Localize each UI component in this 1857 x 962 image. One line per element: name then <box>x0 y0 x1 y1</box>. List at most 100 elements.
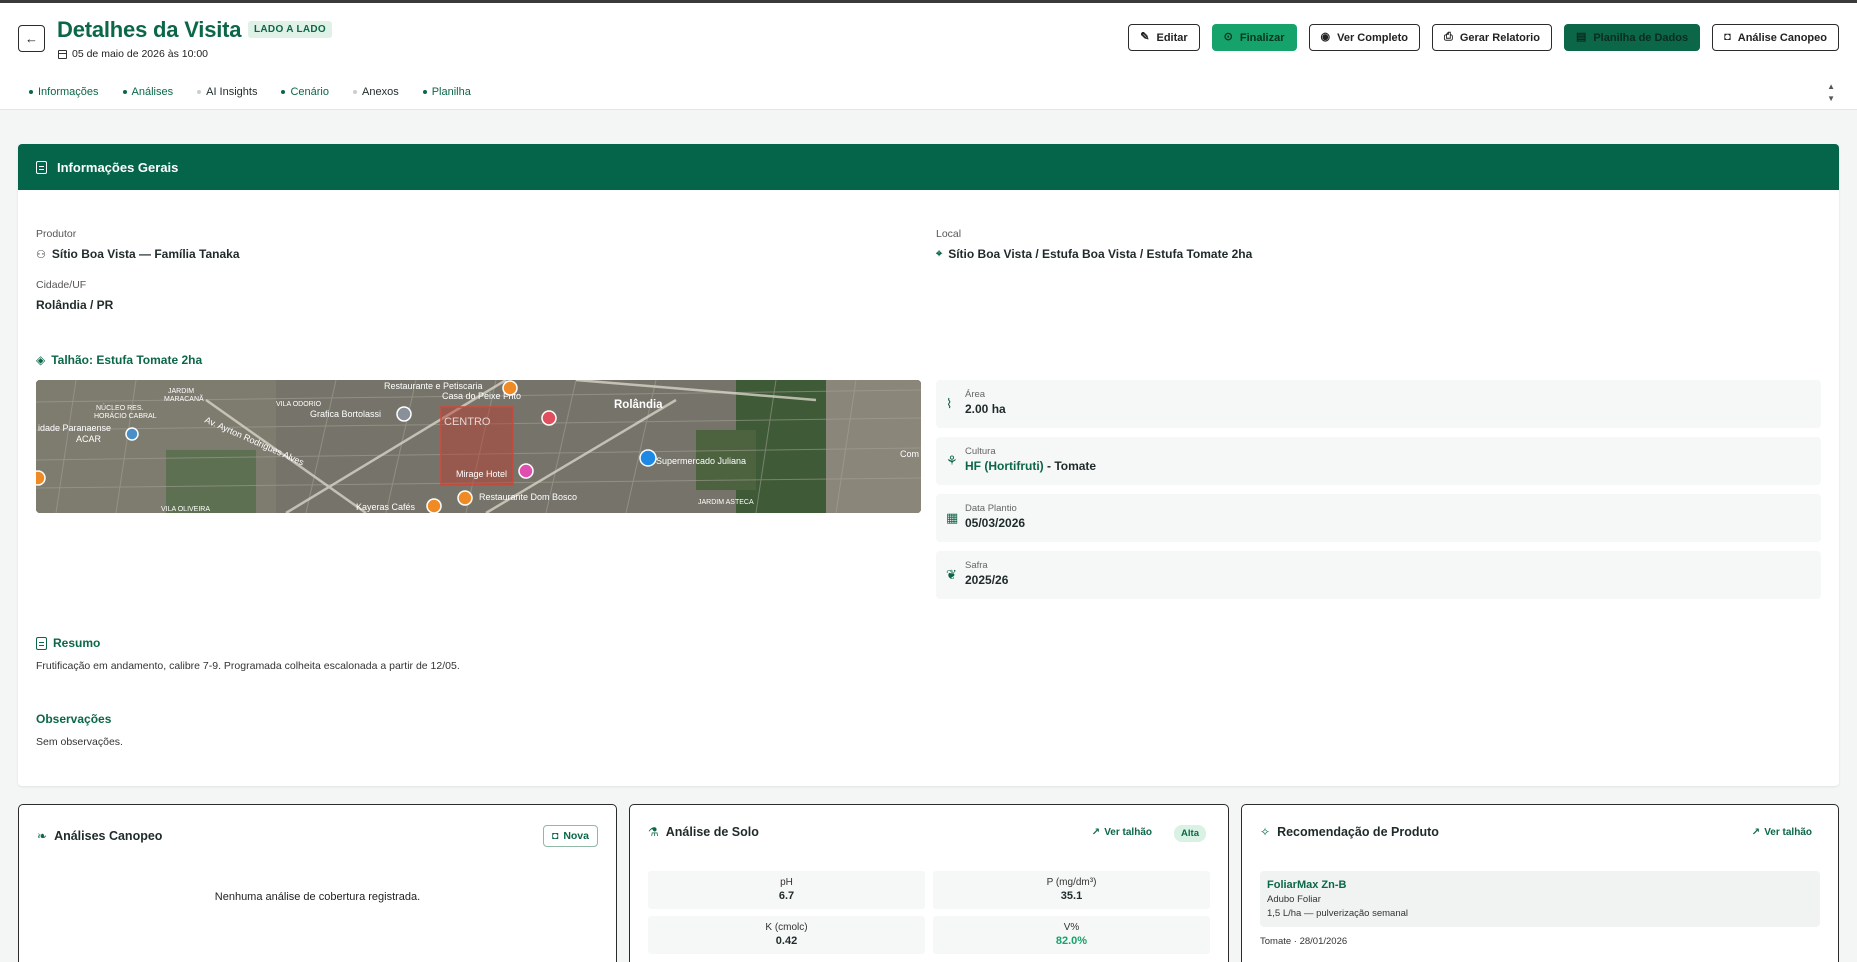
general-info-header: Informações Gerais <box>18 144 1839 190</box>
stat-planting-date: ▦ Data Plantio 05/03/2026 <box>936 494 1821 542</box>
producer-label: Produtor <box>36 228 77 240</box>
soil-metric-k: K (cmolc) 0.42 <box>648 916 925 954</box>
user-icon: ⚇ <box>36 248 46 261</box>
header-actions: ✎ Editar ⊙ Finalizar ◉ Ver Completo ⎙ Gerar … <box>1128 24 1839 51</box>
tab-anexos[interactable]: Anexos <box>353 86 399 98</box>
soil-level-badge: Alta <box>1174 825 1206 842</box>
soil-view-plot-link[interactable]: ↗ Ver talhão <box>1092 827 1152 838</box>
canopeo-card: ❧ Análises Canopeo ◘ Nova Nenhuma anális… <box>18 804 617 962</box>
camera-icon: ◘ <box>1724 31 1731 43</box>
tab-cenario[interactable]: Cenário <box>281 86 329 98</box>
document-icon <box>36 636 47 650</box>
tab-informacoes[interactable]: Informações <box>29 86 99 98</box>
ruler-icon: ⌇ <box>946 396 953 411</box>
dot-icon <box>122 90 127 94</box>
recommendation-title: ✧ Recomendação de Produto <box>1260 825 1439 839</box>
dot-icon <box>353 90 357 94</box>
city-value: Rolândia / PR <box>36 298 114 312</box>
map-pin-icon: ⌖ <box>936 247 943 260</box>
dot-icon <box>422 90 427 94</box>
finalize-button[interactable]: ⊙ Finalizar <box>1211 24 1297 51</box>
product-type: Adubo Foliar <box>1267 894 1321 905</box>
map-label-horacio: HORÁCIO CABRAL <box>94 411 157 420</box>
back-button[interactable]: ← <box>18 25 45 52</box>
observations-title: Observações <box>36 712 112 726</box>
printer-icon: ⎙ <box>1444 31 1453 43</box>
canopeo-empty-message: Nenhuma análise de cobertura registrada. <box>214 891 421 903</box>
pencil-icon: ✎ <box>1140 31 1150 43</box>
recommended-product[interactable]: FoliarMax Zn-B Adubo Foliar 1,5 L/ha — p… <box>1260 871 1820 927</box>
dot-icon <box>29 90 33 94</box>
tab-analises[interactable]: Análises <box>122 86 173 98</box>
eye-icon: ◉ <box>1320 31 1331 43</box>
soil-metric-ph: pH 6.7 <box>648 871 925 909</box>
data-sheet-button[interactable]: ▤ Planilha de Dados <box>1563 24 1701 51</box>
new-canopeo-button[interactable]: ◘ Nova <box>542 825 598 847</box>
tabs-scroller[interactable]: ▲ ▼ <box>1827 81 1835 105</box>
leaf-icon: ❧ <box>37 829 48 843</box>
map-pin-grafica[interactable] <box>396 406 412 422</box>
map-label-vila-oliveira: VILA OLIVEIRA <box>161 506 210 513</box>
flask-icon: ⚗ <box>648 825 659 839</box>
soil-metric-v: V% 82.0% <box>933 916 1210 954</box>
city-label: Cidade/UF <box>36 279 87 291</box>
plot-map[interactable]: CENTRO Rolândia Restaurante e Petiscaria… <box>36 380 921 513</box>
map-label-rest-dom: Restaurante Dom Bosco <box>479 492 577 502</box>
dot-icon <box>281 90 286 94</box>
recommendation-footer: Tomate · 28/01/2026 <box>1260 936 1348 947</box>
camera-icon: ◘ <box>551 830 559 842</box>
canopeo-analysis-button[interactable]: ◘ Análise Canopeo <box>1712 24 1839 51</box>
summary-text: Frutificação em andamento, calibre 7-9. … <box>36 660 460 672</box>
map-pin-edge[interactable] <box>36 470 46 486</box>
calendar-icon <box>58 49 67 59</box>
soil-metric-p: P (mg/dm³) 35.1 <box>933 871 1210 909</box>
tab-planilha[interactable]: Planilha <box>422 86 471 98</box>
map-label-acar: ACAR <box>76 434 102 444</box>
visit-datetime: 05 de maio de 2026 às 10:00 <box>58 48 208 60</box>
observations-text: Sem observações. <box>36 736 123 748</box>
map-label-centro: CENTRO <box>444 416 491 428</box>
mode-badge: LADO A LADO <box>248 21 332 38</box>
map-label-maracana: MARACANÃ <box>164 394 204 403</box>
map-label-mirage: Mirage Hotel <box>456 469 507 479</box>
sprout-icon: ⚘ <box>946 453 958 468</box>
map-pin-restaurante[interactable] <box>502 380 518 396</box>
product-recommendation-card: ✧ Recomendação de Produto ↗ Ver talhão F… <box>1241 804 1839 962</box>
map-label-jardim-asteca: JARDIM ASTECA <box>698 499 754 506</box>
culture-category: HF (Hortifruti) <box>965 459 1044 473</box>
scroll-down-icon[interactable]: ▼ <box>1827 93 1835 105</box>
calendar-icon: ▦ <box>946 510 959 525</box>
location-value: ⌖ Sítio Boa Vista / Estufa Boa Vista / E… <box>936 247 1253 261</box>
arrow-left-icon: ← <box>25 31 38 46</box>
view-full-button[interactable]: ◉ Ver Completo <box>1308 24 1421 51</box>
general-info-card: Informações Gerais Produtor ⚇ Sítio Boa … <box>18 144 1839 786</box>
map-pin-hotel[interactable] <box>518 463 534 479</box>
page-header: ← Detalhes da Visita LADO A LADO 05 de m… <box>0 3 1857 110</box>
map-pin-acar[interactable] <box>125 427 139 441</box>
map-label-nucleo: NÚCLEO RES. <box>96 403 144 412</box>
check-circle-icon: ⊙ <box>1223 31 1233 43</box>
map-label-jardim: JARDIM <box>168 388 194 395</box>
stat-season: ❦ Safra 2025/26 <box>936 551 1821 599</box>
map-pin-supermercado[interactable] <box>639 449 657 467</box>
summary-title: Resumo <box>36 636 100 650</box>
satellite-map: CENTRO Rolândia Restaurante e Petiscaria… <box>36 380 921 513</box>
edit-button[interactable]: ✎ Editar <box>1128 24 1200 51</box>
stat-culture: ⚘ Cultura HF (Hortifruti) - Tomate <box>936 437 1821 485</box>
page-title: Detalhes da Visita <box>57 17 242 42</box>
map-pin-kayeras[interactable] <box>426 498 442 513</box>
sparkles-icon: ✧ <box>1260 825 1271 839</box>
arrow-up-right-icon: ↗ <box>1091 827 1101 838</box>
visit-datetime-text: 05 de maio de 2026 às 10:00 <box>72 48 209 60</box>
map-label-vila-odorio: VILA ODORIO <box>276 401 322 408</box>
map-pin-hospital[interactable] <box>541 410 557 426</box>
tab-ai-insights[interactable]: AI Insights <box>197 86 257 98</box>
generate-report-button[interactable]: ⎙ Gerar Relatorio <box>1432 24 1552 51</box>
map-label-supermercado: Supermercado Juliana <box>656 456 746 466</box>
recommendation-view-plot-link[interactable]: ↗ Ver talhão <box>1752 827 1812 838</box>
scroll-up-icon[interactable]: ▲ <box>1827 81 1835 93</box>
map-pin-rest-dom[interactable] <box>457 490 473 506</box>
layers-icon: ◈ <box>36 353 46 367</box>
product-name: FoliarMax Zn-B <box>1267 879 1347 891</box>
canopeo-title: ❧ Análises Canopeo <box>37 829 163 843</box>
